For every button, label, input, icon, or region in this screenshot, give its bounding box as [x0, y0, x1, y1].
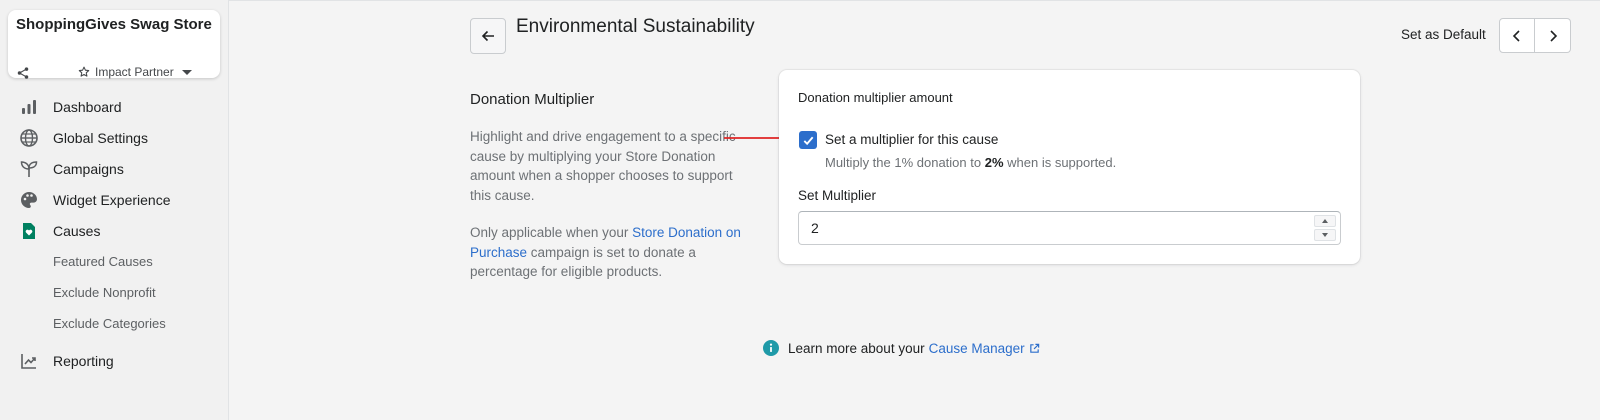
note-prefix: Only applicable when your: [470, 225, 633, 240]
info-icon: [763, 340, 779, 356]
checkbox-help-text: Multiply the 1% donation to 2% when is s…: [825, 155, 1116, 170]
sidebar-item-causes[interactable]: Causes: [18, 220, 100, 242]
arrow-left-icon: [481, 30, 494, 42]
section-title: Donation Multiplier: [470, 91, 595, 108]
sidebar-item-dashboard[interactable]: Dashboard: [18, 96, 122, 118]
sidebar-item-label: Campaigns: [53, 161, 124, 177]
sidebar-item-label: Global Settings: [53, 130, 148, 146]
stepper-up-button[interactable]: [1314, 215, 1336, 227]
partner-label: Impact Partner: [95, 65, 174, 79]
back-button[interactable]: [470, 18, 506, 54]
caret-down-icon: [181, 69, 192, 75]
help-prefix: Multiply the 1% donation to: [825, 155, 985, 170]
star-icon: [78, 66, 90, 77]
trending-report-icon: [18, 350, 40, 372]
learn-more-row: Learn more about your Cause Manager: [763, 340, 1040, 356]
stepper-down-button[interactable]: [1314, 229, 1336, 241]
sidebar: ShoppingGives Swag Store Impact Partner: [0, 0, 229, 420]
previous-cause-button[interactable]: [1499, 18, 1535, 53]
multiplier-stepper: [1314, 215, 1336, 241]
sidebar-item-label: Reporting: [53, 353, 114, 369]
sidebar-item-reporting[interactable]: Reporting: [18, 350, 114, 372]
multiplier-input[interactable]: [811, 218, 1291, 238]
checkmark-icon: [803, 136, 813, 145]
heart-document-icon: [18, 220, 40, 242]
next-cause-button[interactable]: [1535, 18, 1571, 53]
external-link-icon[interactable]: [1029, 343, 1040, 354]
bar-chart-icon: [18, 96, 40, 118]
impact-partner-dropdown[interactable]: Impact Partner: [78, 65, 192, 79]
multiplier-card: Donation multiplier amount Set a multipl…: [779, 70, 1360, 264]
help-multiplier-value: 2%: [984, 155, 1004, 170]
learn-more-prefix: Learn more about your: [788, 340, 925, 356]
caret-down-icon: [1322, 233, 1328, 237]
sidebar-item-label: Dashboard: [53, 99, 122, 115]
store-meta-row: Impact Partner: [16, 65, 210, 81]
sprout-icon: [18, 158, 40, 180]
globe-icon: [18, 127, 40, 149]
caret-up-icon: [1322, 219, 1328, 223]
multiplier-field-label: Set Multiplier: [798, 188, 877, 203]
palette-icon: [18, 189, 40, 211]
top-divider: [229, 0, 1600, 1]
checkbox-label[interactable]: Set a multiplier for this cause: [825, 132, 998, 147]
section-note: Only applicable when your Store Donation…: [470, 223, 742, 282]
sidebar-subitem-exclude-categories[interactable]: Exclude Categories: [53, 316, 166, 331]
sidebar-item-label: Widget Experience: [53, 192, 171, 208]
sidebar-item-campaigns[interactable]: Campaigns: [18, 158, 124, 180]
section-description: Highlight and drive engagement to a spec…: [470, 129, 736, 203]
store-name: ShoppingGives Swag Store: [16, 16, 212, 33]
help-suffix: when is supported.: [1003, 155, 1117, 170]
multiplier-field: [798, 211, 1341, 245]
card-label: Donation multiplier amount: [798, 90, 953, 105]
cause-manager-link[interactable]: Cause Manager: [929, 341, 1025, 356]
set-as-default-button[interactable]: Set as Default: [1401, 27, 1486, 42]
sidebar-item-label: Causes: [53, 223, 101, 239]
sidebar-subitem-exclude-nonprofit[interactable]: Exclude Nonprofit: [53, 285, 156, 300]
chevron-left-icon: [1512, 29, 1520, 42]
sidebar-item-widget-experience[interactable]: Widget Experience: [18, 189, 171, 211]
page-title: Environmental Sustainability: [516, 16, 755, 37]
store-switcher-card[interactable]: ShoppingGives Swag Store Impact Partner: [8, 10, 220, 81]
sidebar-item-global-settings[interactable]: Global Settings: [18, 127, 148, 149]
share-icon[interactable]: [16, 66, 30, 80]
multiplier-checkbox[interactable]: [799, 131, 817, 149]
chevron-right-icon: [1549, 29, 1557, 42]
sidebar-subitem-featured-causes[interactable]: Featured Causes: [53, 254, 153, 269]
